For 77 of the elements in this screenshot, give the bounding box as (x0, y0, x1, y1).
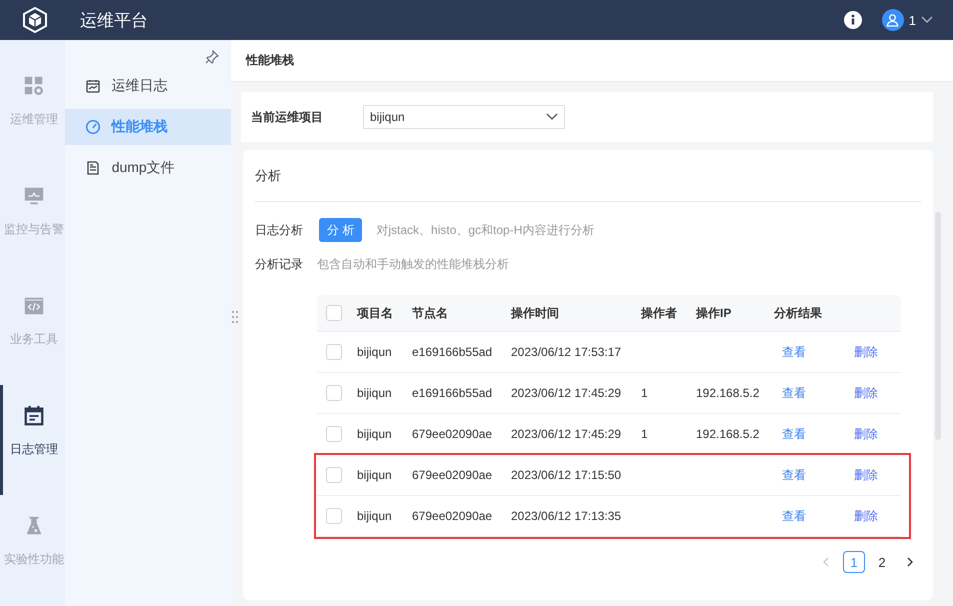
table-cell-text: 2023/06/12 17:13:35 (510, 509, 622, 523)
view-link[interactable]: 查看 (766, 384, 841, 402)
table-cell-text: 1 (640, 427, 649, 441)
delete-link[interactable]: 删除 (841, 508, 901, 524)
table-cell-text: bijiqun (356, 386, 393, 400)
column-header: 操作IP (694, 304, 732, 322)
monitor-icon (22, 185, 45, 207)
table-cell-text: 1 (640, 386, 649, 400)
field-label: 当前运维项目 (251, 108, 324, 126)
page-title: 性能堆栈 (231, 40, 953, 82)
resize-handle-icon[interactable] (231, 310, 239, 324)
submenu-item[interactable]: 运维日志 (64, 68, 231, 104)
table-cell-text: 2023/06/12 17:15:50 (510, 468, 622, 482)
rail-item[interactable]: 运维管理 (0, 55, 65, 165)
table-cell-text: 679ee02090ae (411, 468, 494, 482)
analyze-button[interactable]: 分 析 (319, 218, 362, 242)
table-cell-text: 679ee02090ae (411, 427, 494, 441)
app-title: 运维平台 (80, 10, 149, 32)
chart-calendar-icon (84, 78, 101, 94)
rail-item[interactable]: 监控与告警 (0, 165, 65, 275)
chevron-down-icon (546, 113, 558, 121)
pin-icon[interactable] (205, 50, 219, 64)
hint-text: 对jstack、histo、gc和top-H内容进行分析 (376, 222, 594, 238)
table-cell-text: bijiqun (356, 345, 393, 359)
delete-link[interactable]: 删除 (841, 466, 901, 484)
table-cell-text: 2023/06/12 17:53:17 (510, 345, 622, 359)
cube-logo-icon (21, 6, 49, 34)
previous-page-icon[interactable] (821, 557, 831, 567)
row-checkbox[interactable] (326, 426, 342, 442)
page-button[interactable]: 1 (843, 551, 865, 573)
select-all-checkbox[interactable] (326, 305, 342, 321)
caret-icon[interactable] (921, 16, 933, 24)
row-checkbox[interactable] (326, 385, 342, 401)
card-title: 分析 (255, 150, 921, 202)
table-cell-text: 192.168.5.2 (695, 427, 760, 441)
rail-item[interactable]: 实验性功能 (0, 495, 65, 605)
submenu-item[interactable]: 性能堆栈 (64, 109, 231, 145)
view-link[interactable]: 查看 (766, 508, 841, 524)
column-header: 分析结果 (772, 304, 823, 322)
info-icon[interactable] (844, 11, 862, 29)
row-checkbox[interactable] (326, 467, 342, 483)
submenu-item[interactable]: dump文件 (64, 150, 231, 186)
table-cell-text: bijiqun (356, 509, 393, 523)
project-select[interactable]: bijiqun (363, 105, 565, 129)
column-header: 节点名 (411, 304, 449, 322)
user-icon (886, 13, 900, 27)
table-cell-text: e169166b55ad (411, 386, 494, 400)
column-header: 操作者 (640, 304, 678, 322)
document-icon (84, 160, 101, 176)
table-cell-text: e169166b55ad (411, 345, 494, 359)
row-checkbox[interactable] (326, 508, 342, 524)
table-cell-text: 2023/06/12 17:45:29 (510, 427, 622, 441)
table-cell-text: 2023/06/12 17:45:29 (510, 386, 622, 400)
table-cell-text: bijiqun (356, 468, 393, 482)
user-name[interactable]: 1 (908, 12, 916, 28)
next-page-icon[interactable] (905, 557, 915, 567)
row-checkbox[interactable] (326, 344, 342, 360)
column-header: 操作时间 (510, 304, 560, 322)
view-link[interactable]: 查看 (766, 466, 841, 484)
delete-link[interactable]: 删除 (841, 384, 901, 402)
user-avatar[interactable] (882, 9, 904, 31)
table-cell-text: 192.168.5.2 (695, 386, 760, 400)
rail-item[interactable]: 业务工具 (0, 275, 65, 385)
gauge-icon (84, 119, 101, 135)
delete-link[interactable]: 删除 (841, 344, 901, 360)
field-label: 分析记录 (255, 256, 303, 273)
grid-icon (22, 75, 45, 97)
hint-text: 包含自动和手动触发的性能堆栈分析 (317, 256, 509, 273)
delete-link[interactable]: 删除 (841, 426, 901, 442)
calendar-icon (22, 405, 45, 427)
view-link[interactable]: 查看 (766, 344, 841, 360)
field-label: 日志分析 (255, 222, 303, 238)
table-cell-text: 679ee02090ae (411, 509, 494, 523)
code-window-icon (22, 295, 45, 317)
view-link[interactable]: 查看 (766, 426, 841, 442)
table-cell-text: bijiqun (356, 427, 393, 441)
column-header: 项目名 (356, 304, 394, 322)
